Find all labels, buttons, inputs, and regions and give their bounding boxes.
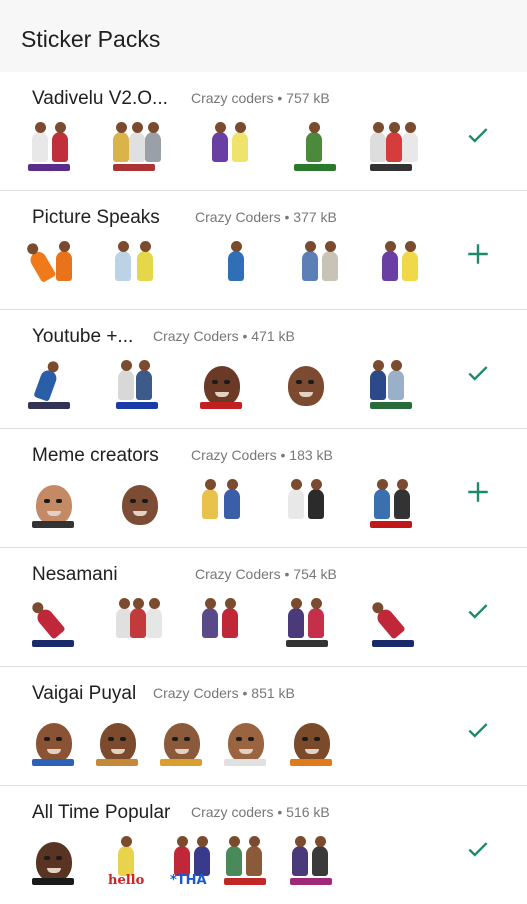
page-title: Sticker Packs	[21, 26, 161, 52]
sticker-preview-strip	[24, 717, 444, 772]
sticker-thumbnail	[109, 241, 165, 293]
added-check-icon[interactable]	[465, 598, 491, 624]
pack-size: 183 kB	[289, 447, 333, 463]
sticker-thumbnail	[196, 479, 252, 531]
sticker-thumbnail	[280, 360, 336, 412]
sticker-thumbnail	[24, 122, 80, 174]
sticker-thumbnail	[28, 598, 84, 650]
sticker-preview-strip	[24, 360, 444, 415]
add-plus-icon[interactable]	[465, 479, 491, 505]
sticker-thumbnail	[214, 241, 270, 293]
add-plus-icon[interactable]	[465, 241, 491, 267]
pack-meta: Crazy Coders • 471 kB	[153, 328, 295, 344]
sticker-thumbnail	[92, 717, 148, 769]
sticker-thumbnail	[109, 122, 165, 174]
sticker-thumbnail	[286, 717, 342, 769]
sticker-thumbnail	[196, 598, 252, 650]
sticker-pack-row[interactable]: All Time Popular Crazy coders • 516 kB h…	[0, 785, 527, 904]
pack-publisher: Crazy Coders	[195, 566, 281, 582]
sticker-thumbnail	[366, 360, 422, 412]
sticker-thumbnail	[112, 360, 168, 412]
sticker-pack-row[interactable]: Picture Speaks Crazy Coders • 377 kB	[0, 190, 527, 309]
sticker-pack-row[interactable]: Vadivelu V2.O... Crazy coders • 757 kB	[0, 72, 527, 190]
sticker-thumbnail	[374, 241, 430, 293]
pack-publisher: Crazy Coders	[195, 209, 281, 225]
sticker-thumbnail	[282, 598, 338, 650]
sticker-thumbnail	[28, 479, 84, 531]
pack-size: 516 kB	[286, 804, 330, 820]
pack-name: Meme creators	[32, 445, 159, 466]
sticker-thumbnail	[286, 836, 342, 888]
pack-publisher: Crazy coders	[191, 90, 274, 106]
pack-name: Vadivelu V2.O...	[32, 88, 168, 109]
sticker-caption: hello	[108, 873, 145, 888]
pack-meta: Crazy coders • 757 kB	[191, 90, 330, 106]
sticker-thumbnail	[156, 717, 212, 769]
pack-name: Nesamani	[32, 564, 118, 585]
sticker-pack-row[interactable]: Youtube +... Crazy Coders • 471 kB	[0, 309, 527, 428]
sticker-preview-strip	[24, 241, 444, 296]
app-bar: Sticker Packs	[0, 0, 527, 72]
sticker-thumbnail	[112, 598, 168, 650]
pack-meta: Crazy Coders • 754 kB	[195, 566, 337, 582]
pack-meta: Crazy Coders • 377 kB	[195, 209, 337, 225]
sticker-pack-row[interactable]: Nesamani Crazy Coders • 754 kB	[0, 547, 527, 666]
pack-publisher: Crazy coders	[191, 804, 274, 820]
sticker-thumbnail	[220, 836, 276, 888]
sticker-thumbnail: hello	[106, 836, 162, 888]
sticker-thumbnail	[282, 479, 338, 531]
sticker-thumbnail	[220, 717, 276, 769]
pack-size: 851 kB	[251, 685, 295, 701]
sticker-thumbnail	[366, 122, 422, 174]
pack-name: All Time Popular	[32, 802, 171, 823]
sticker-thumbnail	[290, 122, 346, 174]
sticker-thumbnail	[28, 717, 84, 769]
pack-name: Youtube +...	[32, 326, 134, 347]
pack-name: Picture Speaks	[32, 207, 160, 228]
sticker-preview-strip	[24, 122, 444, 177]
added-check-icon[interactable]	[465, 122, 491, 148]
pack-size: 757 kB	[286, 90, 330, 106]
sticker-thumbnail	[24, 360, 80, 412]
added-check-icon[interactable]	[465, 836, 491, 862]
sticker-thumbnail	[114, 479, 170, 531]
sticker-thumbnail	[24, 241, 80, 293]
pack-meta: Crazy coders • 516 kB	[191, 804, 330, 820]
sticker-thumbnail	[368, 598, 424, 650]
added-check-icon[interactable]	[465, 360, 491, 386]
sticker-caption: *THA	[170, 873, 207, 888]
sticker-thumbnail	[196, 360, 252, 412]
pack-size: 754 kB	[293, 566, 337, 582]
sticker-pack-list: Vadivelu V2.O... Crazy coders • 757 kB P…	[0, 72, 527, 904]
sticker-thumbnail	[294, 241, 350, 293]
pack-publisher: Crazy Coders	[191, 447, 277, 463]
pack-size: 377 kB	[293, 209, 337, 225]
pack-publisher: Crazy Coders	[153, 685, 239, 701]
pack-meta: Crazy Coders • 851 kB	[153, 685, 295, 701]
pack-meta: Crazy Coders • 183 kB	[191, 447, 333, 463]
sticker-pack-row[interactable]: Meme creators Crazy Coders • 183 kB	[0, 428, 527, 547]
sticker-preview-strip: hello *THA	[24, 836, 444, 891]
pack-name: Vaigai Puyal	[32, 683, 137, 704]
pack-publisher: Crazy Coders	[153, 328, 239, 344]
sticker-preview-strip	[24, 598, 444, 653]
sticker-preview-strip	[24, 479, 444, 534]
pack-size: 471 kB	[251, 328, 295, 344]
sticker-thumbnail	[28, 836, 84, 888]
sticker-pack-row[interactable]: Vaigai Puyal Crazy Coders • 851 kB	[0, 666, 527, 785]
sticker-thumbnail: *THA	[168, 836, 224, 888]
added-check-icon[interactable]	[465, 717, 491, 743]
sticker-thumbnail	[204, 122, 260, 174]
sticker-thumbnail	[366, 479, 422, 531]
